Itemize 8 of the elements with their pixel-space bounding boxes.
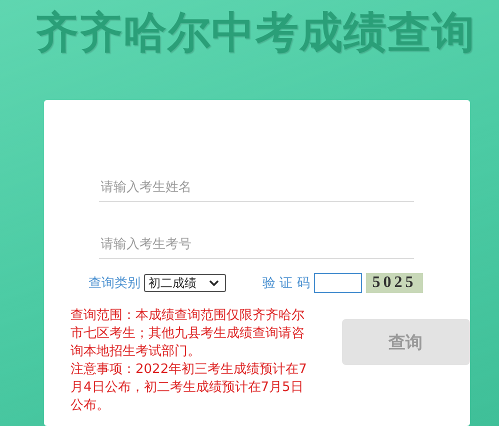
captcha-label: 验 证 码 [262, 275, 310, 292]
category-select[interactable]: 初二成绩 [144, 274, 226, 292]
captcha-code: 5025 [366, 273, 423, 293]
captcha-field[interactable] [314, 273, 362, 293]
category-label: 查询类别 [88, 275, 140, 292]
notice-text: 查询范围：本成绩查询范围仅限齐齐哈尔市七区考生；其他九县考生成绩查询请咨询本地招生考试部门。 [70, 307, 306, 361]
notice-text: 注意事项：2022年初三考生成绩预计在7月4日公布，初二考生成绩预计在7月5日公布。 [70, 361, 308, 415]
chevron-icon [208, 280, 218, 286]
